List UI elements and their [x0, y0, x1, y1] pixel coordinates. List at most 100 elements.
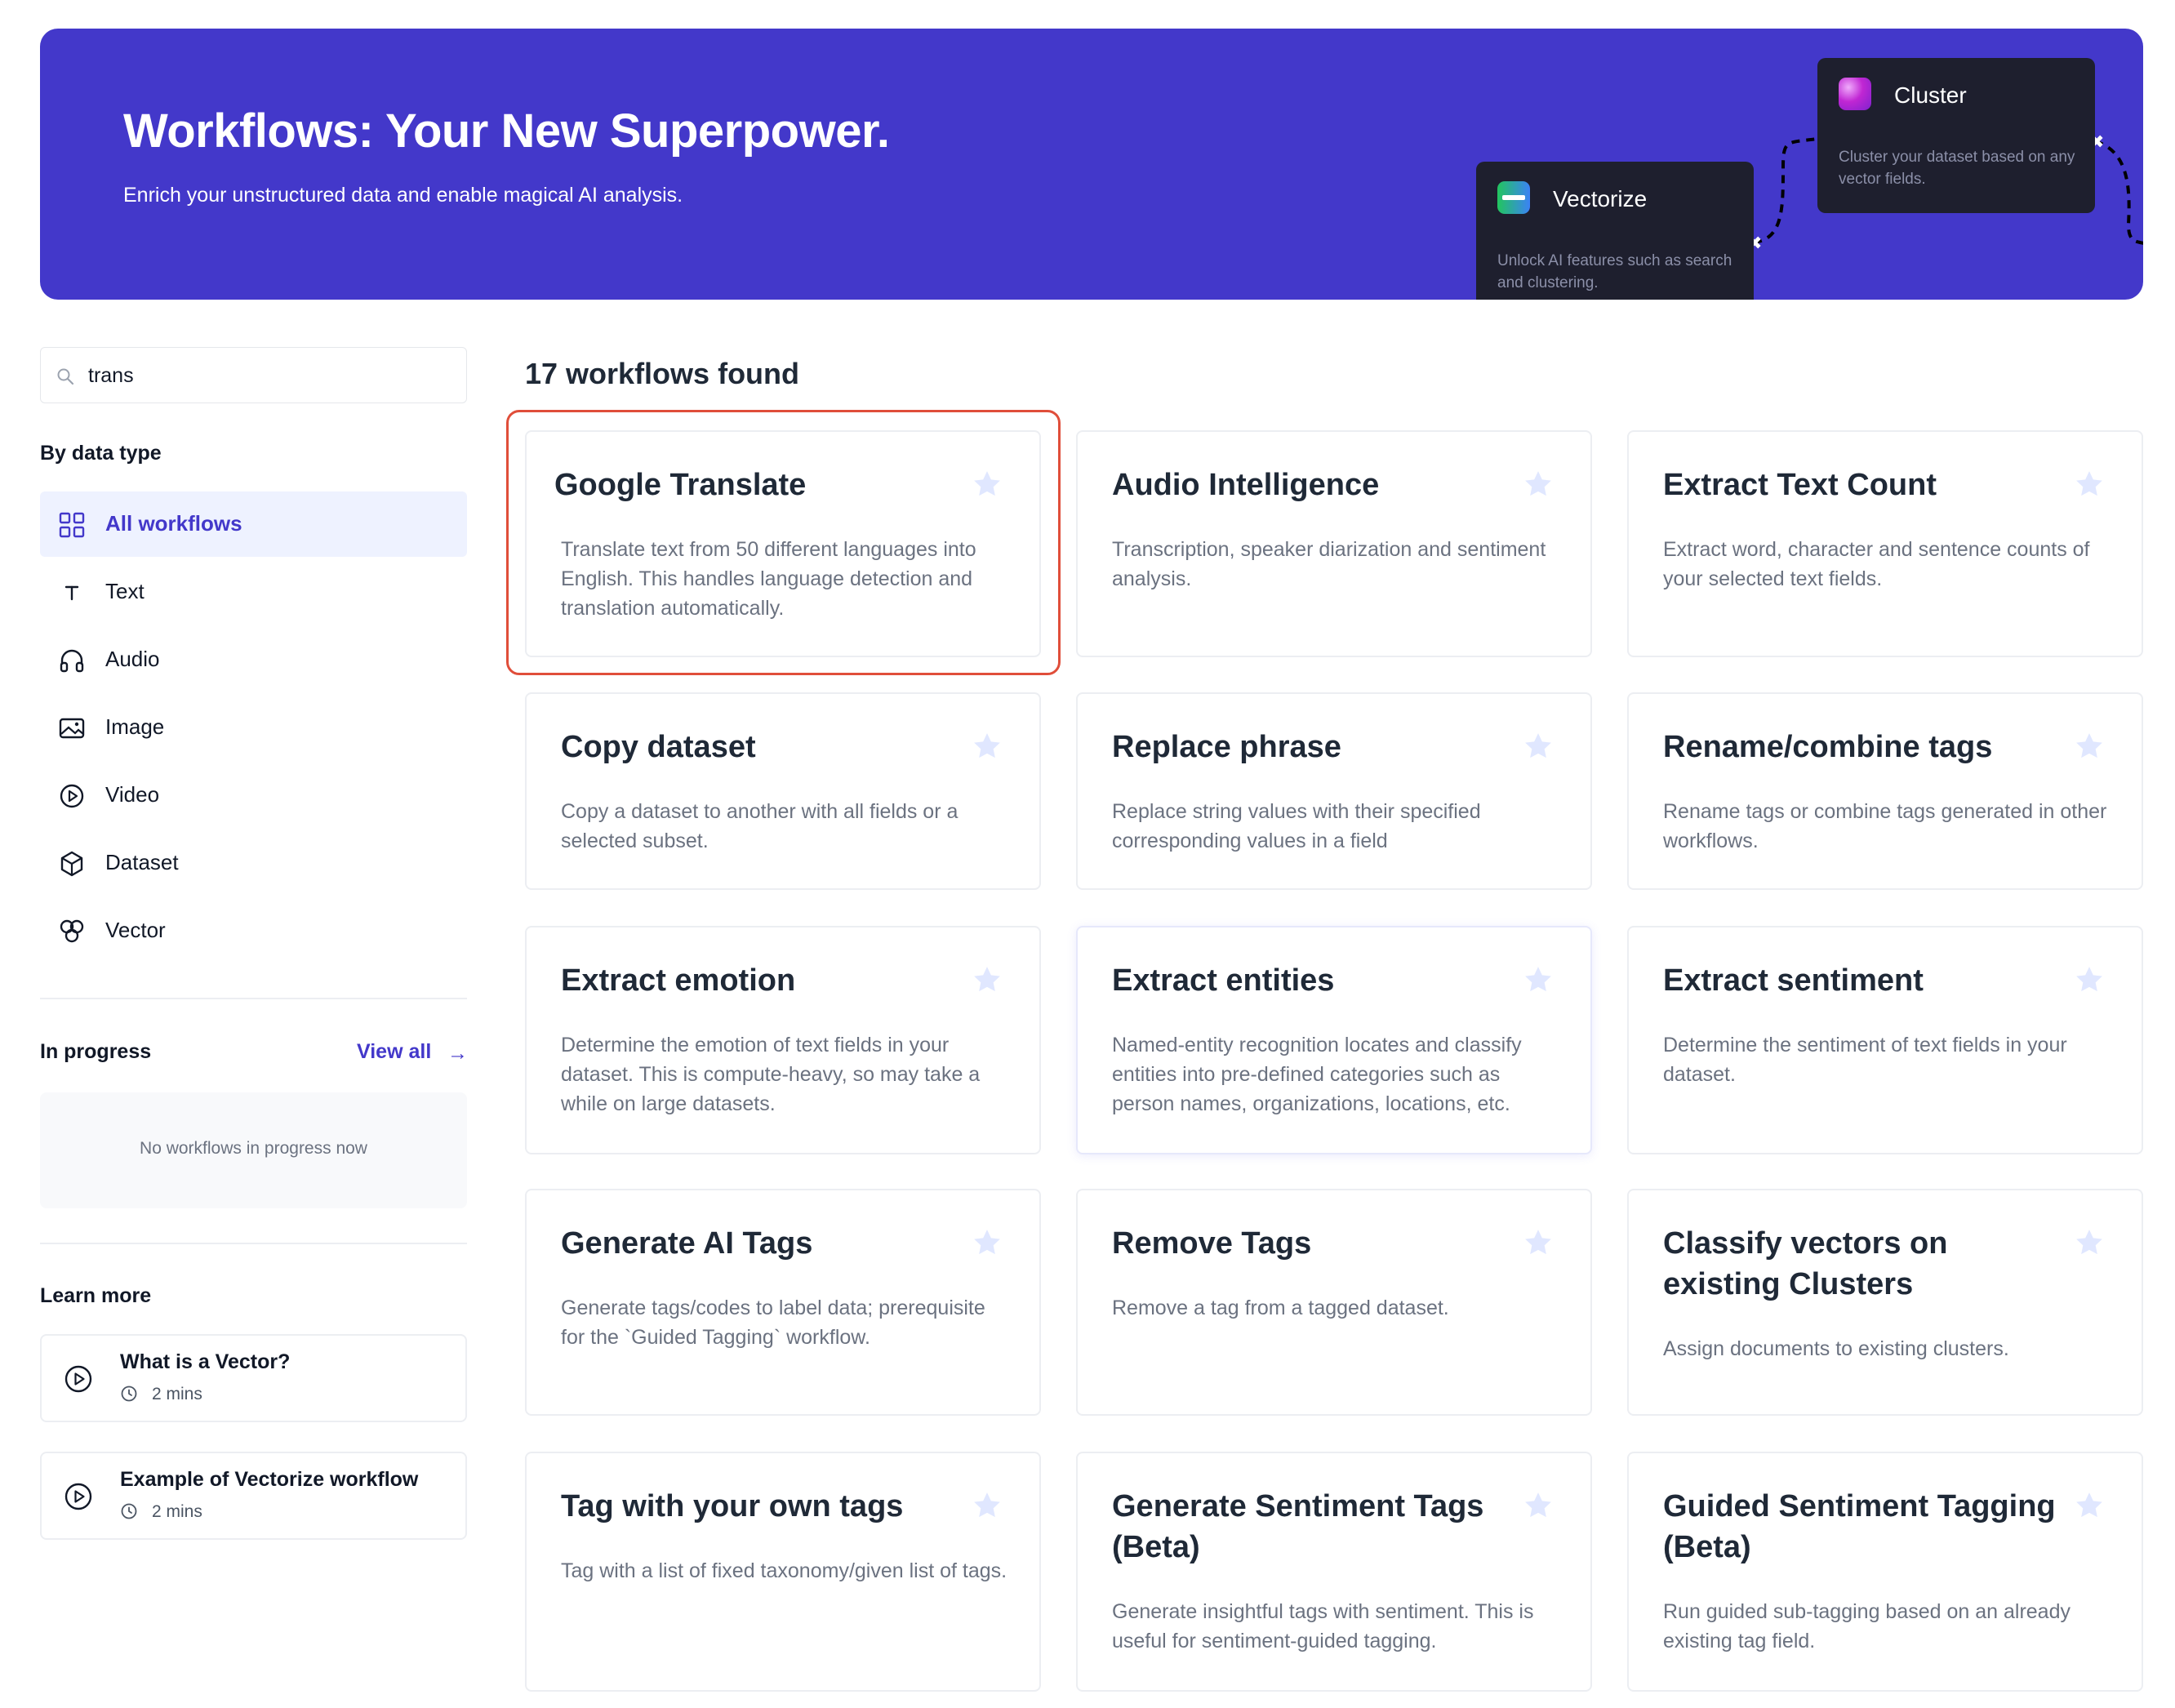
favorite-star-icon[interactable]: [1522, 730, 1555, 763]
play-circle-icon: [60, 784, 84, 808]
grid-icon: [59, 512, 85, 538]
workflow-card-description: Run guided sub-tagging based on an alrea…: [1663, 1600, 2070, 1652]
workflow-card-description: Rename tags or combine tags generated in…: [1663, 800, 2107, 852]
workflow-card-title: Audio Intelligence: [1112, 468, 1380, 502]
search-icon: [57, 368, 74, 385]
workflow-card[interactable]: Generate AI Tags Generate tags/codes to l…: [525, 1189, 1041, 1416]
workflow-card-description: Translate text from 50 different languag…: [561, 538, 976, 620]
favorite-star-icon[interactable]: [2073, 730, 2106, 763]
learn-card-what-is-vector[interactable]: What is a Vector? 2 mins: [40, 1334, 467, 1422]
workflow-card-title: Google Translate: [554, 468, 807, 502]
play-circle-icon: [64, 1365, 92, 1393]
cluster-node-desc: Cluster your dataset based on any vector…: [1839, 149, 2075, 188]
cube-icon: [60, 851, 83, 877]
favorite-star-icon[interactable]: [971, 468, 1003, 500]
workflow-card-title: Extract emotion: [561, 963, 796, 998]
workflow-card[interactable]: Extract Text Count Extract word, characte…: [1627, 430, 2143, 657]
favorite-star-icon[interactable]: [1522, 1489, 1555, 1522]
sidebar-item-label: Vector: [105, 918, 166, 942]
sidebar-item-label: Audio: [105, 647, 160, 671]
favorite-star-icon[interactable]: [971, 730, 1003, 763]
workflow-card-title: Extract entities: [1112, 963, 1335, 998]
workflow-card-description: Tag with a list of fixed taxonomy/given …: [561, 1559, 1007, 1582]
sidebar-item-image[interactable]: Image: [40, 695, 467, 760]
vector-icon: [60, 919, 84, 943]
cluster-node: Cluster Cluster your dataset based on an…: [1817, 58, 2095, 213]
favorite-star-icon[interactable]: [1522, 1226, 1555, 1259]
workflow-card-description: Replace string values with their specifi…: [1112, 800, 1481, 852]
view-all-link[interactable]: View all: [357, 1040, 431, 1064]
workflow-card-description: Generate insightful tags with sentiment.…: [1112, 1600, 1534, 1652]
workflow-card[interactable]: Classify vectors on existing Clusters Ass…: [1627, 1189, 2143, 1416]
by-data-type-heading: By data type: [40, 442, 162, 465]
vectorize-node-title: Vectorize: [1553, 186, 1648, 211]
workflow-card-description: Named-entity recognition locates and cla…: [1112, 1034, 1522, 1115]
results-count: 17 workflows found: [525, 357, 800, 390]
sidebar-item-vector[interactable]: Vector: [40, 898, 467, 963]
workflow-card-description: Determine the emotion of text fields in …: [561, 1034, 981, 1115]
search-box[interactable]: [40, 347, 467, 403]
favorite-star-icon[interactable]: [971, 1226, 1003, 1259]
banner-subtitle: Enrich your unstructured data and enable…: [123, 184, 683, 207]
sidebar-divider: [40, 1243, 467, 1244]
favorite-star-icon[interactable]: [1522, 468, 1555, 500]
workflow-card[interactable]: Tag with your own tags Tag with a list of…: [525, 1452, 1041, 1692]
sidebar-item-label: Image: [105, 714, 165, 739]
learn-card-title: Example of Vectorize workflow: [120, 1468, 419, 1491]
play-circle-icon: [64, 1483, 92, 1510]
headphones-icon: [60, 649, 84, 673]
cluster-node-title: Cluster: [1894, 82, 1967, 108]
sidebar-item-text[interactable]: Text: [40, 559, 467, 625]
in-progress-heading: In progress: [40, 1040, 152, 1063]
arrow-right-icon[interactable]: →: [447, 1042, 468, 1065]
workflow-card[interactable]: Generate Sentiment Tags (Beta) Generate i…: [1076, 1452, 1592, 1692]
workflow-card[interactable]: Extract entities Named-entity recognition…: [1076, 926, 1592, 1154]
workflow-card[interactable]: Extract sentiment Determine the sentiment…: [1627, 926, 2143, 1154]
favorite-star-icon[interactable]: [971, 1489, 1003, 1522]
favorite-star-icon[interactable]: [1522, 963, 1555, 996]
image-icon: [59, 718, 85, 739]
learn-more-heading: Learn more: [40, 1284, 152, 1307]
vectorize-node-desc: Unlock AI features such as search and cl…: [1497, 252, 1732, 291]
workflow-card-description: Copy a dataset to another with all field…: [561, 800, 959, 852]
workflow-card[interactable]: Remove Tags Remove a tag from a tagged da…: [1076, 1189, 1592, 1416]
sidebar-item-label: Video: [105, 782, 160, 807]
favorite-star-icon[interactable]: [2073, 468, 2106, 500]
sidebar-item-audio[interactable]: Audio: [40, 627, 467, 692]
empty-state-text: No workflows in progress now: [140, 1139, 367, 1158]
workflow-card-title: Classify vectors on existing Clusters: [1663, 1226, 1948, 1301]
workflow-card[interactable]: Rename/combine tags Rename tags or combin…: [1627, 692, 2143, 890]
workflow-card-title: Extract Text Count: [1663, 468, 1937, 502]
workflow-card-title: Extract sentiment: [1663, 963, 1924, 998]
cluster-icon: [1839, 78, 1871, 110]
vectorize-node: Vectorize Unlock AI features such as sea…: [1476, 162, 1754, 300]
sidebar-item-all-workflows[interactable]: All workflows: [40, 491, 467, 557]
workflow-card-title: Remove Tags: [1112, 1226, 1312, 1261]
favorite-star-icon[interactable]: [2073, 963, 2106, 996]
favorite-star-icon[interactable]: [971, 963, 1003, 996]
workflow-card[interactable]: Audio Intelligence Transcription, speaker…: [1076, 430, 1592, 657]
workflow-card-description: Transcription, speaker diarization and s…: [1112, 538, 1546, 590]
workflow-card[interactable]: Guided Sentiment Tagging (Beta) Run guide…: [1627, 1452, 2143, 1692]
learn-card-title: What is a Vector?: [120, 1350, 291, 1373]
search-input[interactable]: [88, 359, 447, 392]
workflow-card[interactable]: Google Translate Translate text from 50 d…: [525, 430, 1041, 657]
clock-icon: [121, 1503, 137, 1519]
workflow-card[interactable]: Replace phrase Replace string values with…: [1076, 692, 1592, 890]
workflow-card-description: Generate tags/codes to label data; prere…: [561, 1297, 985, 1349]
workflow-card[interactable]: Extract emotion Determine the emotion of …: [525, 926, 1041, 1154]
workflow-card-title: Tag with your own tags: [561, 1489, 904, 1523]
workflow-card[interactable]: Copy dataset Copy a dataset to another wi…: [525, 692, 1041, 890]
clock-icon: [121, 1386, 137, 1402]
learn-card-duration: 2 mins: [152, 1502, 202, 1521]
sidebar-divider: [40, 998, 467, 999]
sidebar-item-dataset[interactable]: Dataset: [40, 830, 467, 896]
sidebar-item-label: All workflows: [105, 511, 242, 536]
favorite-star-icon[interactable]: [2073, 1226, 2106, 1259]
sidebar-item-video[interactable]: Video: [40, 763, 467, 828]
workflow-card-title: Generate Sentiment Tags (Beta): [1112, 1489, 1484, 1564]
favorite-star-icon[interactable]: [2073, 1489, 2106, 1522]
vectorize-icon: [1497, 181, 1530, 214]
learn-card-vectorize-example[interactable]: Example of Vectorize workflow 2 mins: [40, 1452, 467, 1540]
workflow-card-title: Rename/combine tags: [1663, 730, 1993, 764]
